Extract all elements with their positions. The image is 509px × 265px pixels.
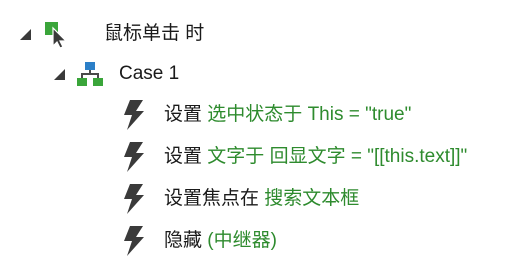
tree-row-action[interactable]: 设置 文字于 回显文字 = "[[this.text]]" <box>121 137 467 177</box>
tree-row-case[interactable]: Case 1 <box>54 54 179 94</box>
action-target: 搜索文本框 <box>259 188 360 209</box>
cursor-event-icon <box>43 20 71 48</box>
lightning-icon <box>121 225 147 257</box>
expanded-triangle-icon[interactable] <box>54 68 65 80</box>
tree-row-action[interactable]: 设置焦点在 搜索文本框 <box>121 179 359 219</box>
lightning-icon <box>121 183 147 215</box>
action-verb: 设置焦点在 <box>164 188 260 209</box>
action-verb: 设置 <box>164 104 203 125</box>
action-target: (中继器) <box>202 230 277 251</box>
lightning-icon <box>121 141 147 173</box>
event-label: 鼠标单击 时 <box>104 23 205 44</box>
tree-row-event[interactable]: 鼠标单击 时 <box>20 14 204 54</box>
tree-row-action[interactable]: 设置 选中状态于 This = "true" <box>121 95 411 135</box>
action-verb: 隐藏 <box>164 230 203 251</box>
case-tree-icon <box>77 61 103 87</box>
case-label: Case 1 <box>119 63 180 84</box>
action-target: 选中状态于 This = "true" <box>202 104 412 125</box>
expanded-triangle-icon[interactable] <box>20 28 31 40</box>
action-verb: 设置 <box>164 146 203 167</box>
lightning-icon <box>121 99 147 131</box>
action-target: 文字于 回显文字 = "[[this.text]]" <box>202 146 468 167</box>
tree-row-action[interactable]: 隐藏 (中继器) <box>121 221 277 261</box>
